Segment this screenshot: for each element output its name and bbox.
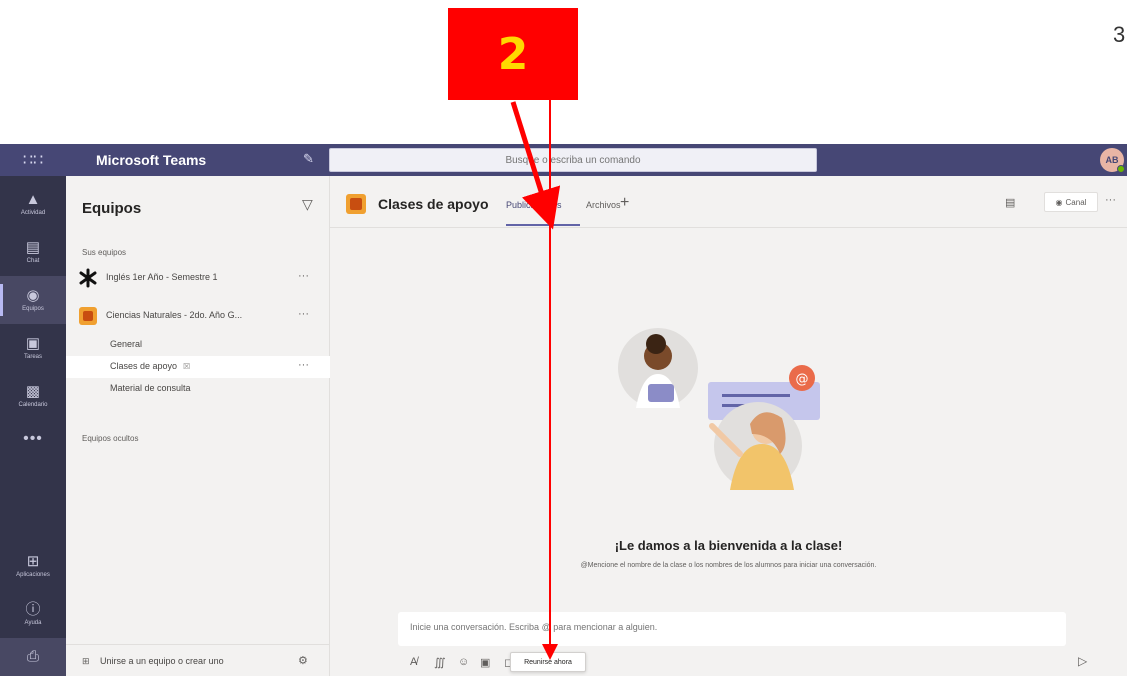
more-options-icon[interactable]: ···: [298, 270, 309, 282]
panel-footer: ⊞ Unirse a un equipo o crear uno ⚙: [66, 644, 330, 676]
rail-item-activity[interactable]: ▲ Actividad: [0, 180, 66, 228]
welcome-illustration: @: [618, 328, 820, 490]
page-number: 3: [1113, 22, 1126, 47]
more-options-icon[interactable]: ···: [298, 359, 309, 371]
channel-name-wrap: Clases de apoyo ☒: [110, 361, 190, 371]
rail-item-label: Equipos: [22, 306, 44, 312]
apps-icon: ⊞: [26, 553, 40, 570]
team-logo-icon: [78, 306, 98, 326]
welcome-subtitle: @Mencione el nombre de la clase o los no…: [580, 562, 877, 569]
svg-text:@: @: [796, 372, 809, 387]
meet-now-tooltip: Reunirse ahora: [510, 652, 586, 672]
channel-team-logo-icon: [346, 194, 366, 214]
active-tab-indicator: [506, 224, 580, 226]
search-input[interactable]: [330, 149, 816, 171]
chat-icon: ▤: [25, 239, 41, 256]
teams-panel: Equipos ▽ Sus equipos Inglés 1er Año - S…: [66, 176, 330, 676]
app-rail: ▲ Actividad ▤ Chat ◉ Equipos ▣ Tareas ▩ …: [0, 176, 66, 676]
gif-icon[interactable]: ▣: [480, 656, 490, 669]
rail-item-assignments[interactable]: ▣ Tareas: [0, 324, 66, 372]
tab-archivos[interactable]: Archivos: [586, 200, 621, 210]
page: 2 3 ∷∷ Microsoft Teams ✎ AB ▲ Actividad …: [0, 0, 1127, 676]
rail-item-label: Aplicaciones: [16, 572, 50, 578]
rail-item-label: Actividad: [20, 210, 46, 216]
rail-item-teams[interactable]: ◉ Equipos: [0, 276, 66, 324]
video-icon: ◉: [1055, 197, 1063, 207]
meet-button[interactable]: ◉ Canal: [1044, 192, 1098, 212]
device-icon[interactable]: ⎙: [0, 638, 66, 676]
rail-item-label: Chat: [26, 258, 40, 264]
teams-window: ∷∷ Microsoft Teams ✎ AB ▲ Actividad ▤ Ch…: [0, 144, 1127, 676]
team-row-ingles[interactable]: Inglés 1er Año - Semestre 1 ···: [66, 266, 330, 292]
channel-name: Material de consulta: [110, 383, 191, 393]
more-options-icon[interactable]: ···: [298, 308, 309, 320]
join-team-icon: ⊞: [82, 656, 90, 666]
filter-icon[interactable]: ▽: [302, 196, 313, 213]
help-icon: ⓘ: [25, 601, 41, 618]
download-icon: ⎙: [26, 648, 39, 665]
rail-item-calendar[interactable]: ▩ Calendario: [0, 372, 66, 420]
channel-material-de-consulta[interactable]: Material de consulta: [66, 378, 330, 400]
settings-icon[interactable]: ⚙: [298, 654, 308, 667]
hidden-teams-label[interactable]: Equipos ocultos: [82, 434, 138, 443]
teams-icon: ◉: [26, 287, 40, 304]
channel-name: Clases de apoyo: [110, 361, 178, 371]
team-name: Ciencias Naturales - 2do. Año G...: [106, 310, 243, 320]
search-box[interactable]: [329, 148, 817, 172]
attach-icon[interactable]: ∭: [434, 656, 446, 669]
channel-view: Clases de apoyo Publicaciones Archivos +…: [330, 176, 1127, 676]
step-callout: 2: [448, 8, 578, 100]
add-tab-icon[interactable]: +: [620, 194, 629, 212]
rail-item-label: Ayuda: [24, 620, 42, 626]
presence-status-icon: [1117, 165, 1125, 173]
rail-item-help[interactable]: ⓘ Ayuda: [0, 590, 66, 638]
channel-header: Clases de apoyo Publicaciones Archivos +…: [330, 176, 1127, 228]
avatar[interactable]: AB: [1100, 148, 1125, 173]
rail-item-label: Tareas: [23, 354, 42, 360]
app-title: Microsoft Teams: [96, 152, 207, 168]
channel-name: General: [110, 339, 143, 349]
assignments-icon: ▣: [25, 335, 41, 352]
channel-title: Clases de apoyo: [378, 196, 489, 212]
emoji-icon[interactable]: ☺: [458, 656, 469, 668]
panel-title: Equipos: [82, 200, 142, 217]
step-number: 2: [497, 28, 529, 80]
tab-publicaciones[interactable]: Publicaciones: [506, 200, 562, 210]
team-name: Inglés 1er Año - Semestre 1: [106, 272, 218, 282]
channel-general[interactable]: General: [66, 334, 330, 356]
lock-icon: ☒: [183, 362, 191, 371]
channel-clases-de-apoyo[interactable]: Clases de apoyo ☒ ···: [66, 356, 330, 378]
section-label: Sus equipos: [82, 248, 127, 257]
send-icon[interactable]: ▷: [1078, 654, 1087, 668]
new-chat-icon[interactable]: ✎: [303, 152, 317, 166]
rail-item-apps[interactable]: ⊞ Aplicaciones: [0, 542, 66, 590]
team-info-icon[interactable]: ▤: [1005, 196, 1015, 209]
team-logo-icon: [78, 268, 98, 288]
rail-item-label: Calendario: [18, 402, 48, 408]
message-input[interactable]: [410, 622, 1050, 632]
bell-icon: ▲: [25, 191, 41, 208]
rail-item-chat[interactable]: ▤ Chat: [0, 228, 66, 276]
welcome-title: ¡Le damos a la bienvenida a la clase!: [614, 538, 843, 553]
meet-button-label: Canal: [1065, 197, 1087, 207]
app-launcher-icon[interactable]: ∷∷: [0, 144, 66, 176]
message-composer[interactable]: [398, 612, 1066, 646]
format-icon[interactable]: A̸: [410, 656, 417, 668]
title-bar: ∷∷ Microsoft Teams ✎ AB: [0, 144, 1127, 176]
calendar-icon: ▩: [25, 383, 41, 400]
avatar-initials: AB: [1105, 155, 1119, 165]
more-options-icon[interactable]: ···: [1105, 194, 1116, 206]
more-apps-icon[interactable]: •••: [0, 430, 66, 448]
team-row-ciencias[interactable]: Ciencias Naturales - 2do. Año G... ···: [66, 304, 330, 330]
join-team-link[interactable]: Unirse a un equipo o crear uno: [100, 656, 224, 666]
